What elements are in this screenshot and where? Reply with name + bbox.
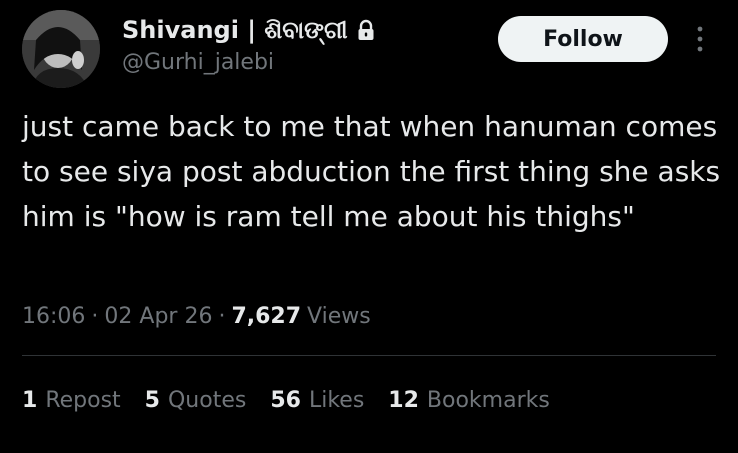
tweet-text: just came back to me that when hanuman c…	[22, 110, 721, 233]
stat-label: Repost	[45, 387, 121, 413]
author-handle[interactable]: @Gurhi_jalebi	[122, 50, 376, 75]
tweet-date[interactable]: 02 Apr 26	[104, 304, 212, 329]
author-info: Shivangi | ଶିବାଙ୍ଗୀ @Gurhi_jalebi	[122, 14, 376, 75]
engagement-stats: 1 Repost 5 Quotes 56 Likes 12 Bookmarks	[22, 382, 550, 418]
stat-likes[interactable]: 56 Likes	[270, 388, 364, 413]
divider	[22, 355, 716, 356]
stat-reposts[interactable]: 1 Repost	[22, 388, 121, 413]
more-vertical-icon[interactable]	[690, 22, 710, 56]
stat-label: Bookmarks	[426, 387, 550, 413]
stat-count: 12	[388, 387, 419, 413]
meta-separator: ·	[91, 303, 99, 329]
views-count: 7,627	[231, 303, 302, 329]
avatar-photo-icon	[22, 10, 100, 88]
stat-count: 56	[270, 387, 301, 413]
avatar[interactable]	[22, 10, 100, 88]
display-name-row: Shivangi | ଶିବାଙ୍ଗୀ	[122, 14, 376, 46]
meta-separator: ·	[218, 303, 226, 329]
stat-label: Likes	[308, 387, 365, 413]
tweet-header: Shivangi | ଶିବାଙ୍ଗୀ @Gurhi_jalebi Follow	[22, 10, 722, 90]
display-name[interactable]: Shivangi | ଶିବାଙ୍ଗୀ	[122, 16, 348, 44]
stat-label: Quotes	[167, 387, 247, 413]
stat-count: 1	[22, 387, 38, 413]
stat-count: 5	[144, 387, 160, 413]
tweet-time[interactable]: 16:06	[22, 304, 85, 329]
stat-quotes[interactable]: 5 Quotes	[145, 388, 247, 413]
views-label: Views	[307, 303, 371, 329]
tweet-meta: 16:06 · 02 Apr 26 · 7,627 Views	[22, 298, 371, 334]
follow-button[interactable]: Follow	[498, 16, 668, 62]
stat-bookmarks[interactable]: 12 Bookmarks	[388, 388, 550, 413]
lock-icon	[356, 19, 376, 41]
